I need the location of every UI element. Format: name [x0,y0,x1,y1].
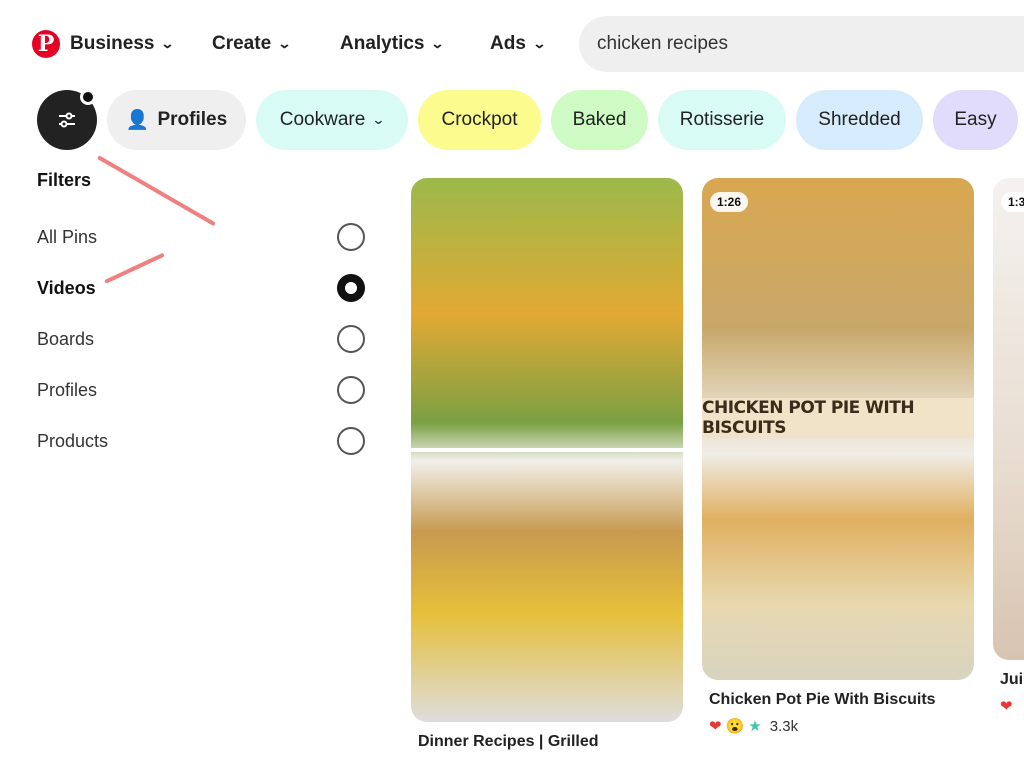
nav-label: Analytics [340,33,425,54]
nav-label: Create [212,33,272,54]
filter-profiles[interactable]: Profiles [37,376,365,404]
filter-all-pins[interactable]: All Pins [37,223,365,251]
chip-label: Shredded [818,109,901,130]
filter-label: All Pins [37,226,98,247]
chevron-down-icon: ⌄ [371,112,386,127]
reaction-count: 3.3k [769,717,799,735]
pinterest-logo[interactable]: P [32,30,60,58]
search-input[interactable] [579,16,1024,72]
pin-card-dinner-recipes[interactable] [411,178,683,722]
nav-label: Ads [490,33,526,54]
heart-reaction-icon: ❤ [709,718,722,735]
chip-profiles[interactable]: 👤 Profiles [107,90,246,150]
chip-label: Easy [954,109,997,130]
image-divider [411,448,683,452]
radio-selected[interactable] [337,274,365,302]
chip-baked[interactable]: Baked [551,90,648,150]
heart-reaction-icon: ❤ [1000,698,1013,715]
filter-label: Videos [37,277,96,298]
nav-business[interactable]: Business ⌄ [70,33,176,55]
notification-dot [80,89,96,105]
chip-rotisserie[interactable]: Rotisserie [658,90,786,150]
filters-title: Filters [37,170,92,190]
chip-label: Baked [572,109,627,130]
radio[interactable] [337,376,365,404]
video-duration-badge: 1:26 [710,192,749,212]
nav-ads[interactable]: Ads ⌄ [490,33,547,55]
star-reaction-icon: ★ [748,718,762,735]
filter-label: Products [37,430,109,451]
reactions: ❤ 😮 ★ 3.3k [709,717,799,736]
pin-title[interactable]: Dinner Recipes | Grilled [418,733,599,751]
chip-cookware[interactable]: Cookware ⌄ [256,90,408,150]
filter-videos[interactable]: Videos [37,274,365,302]
chip-label: Profiles [157,109,228,130]
filter-label: Profiles [37,379,98,400]
pin-overlay-text: CHICKEN POT PIE WITH BISCUITS [702,398,974,438]
sliders-icon [59,112,75,128]
wow-reaction-icon: 😮 [725,718,745,735]
pin-title[interactable]: Chicken Pot Pie With Biscuits [709,691,936,709]
chip-shredded[interactable]: Shredded [796,90,923,150]
radio[interactable] [337,223,365,251]
nav-create[interactable]: Create ⌄ [212,33,292,55]
video-duration-badge: 1:3 [1001,192,1024,212]
chevron-down-icon: ⌄ [277,36,292,51]
chip-easy[interactable]: Easy [933,90,1018,150]
chip-label: Rotisserie [679,109,765,130]
chevron-down-icon: ⌄ [160,36,176,51]
radio[interactable] [337,325,365,353]
chip-crockpot[interactable]: Crockpot [418,90,541,150]
nav-label: Business [70,33,155,54]
pin-card-chicken-pot-pie[interactable]: 1:26 CHICKEN POT PIE WITH BISCUITS [702,178,974,680]
nav-analytics[interactable]: Analytics ⌄ [340,33,446,55]
radio[interactable] [337,427,365,455]
filter-products[interactable]: Products [37,427,365,455]
filter-label: Boards [37,328,95,349]
chip-label: Crockpot [441,109,518,130]
annotation-arrow [97,155,216,227]
chevron-down-icon: ⌄ [532,36,547,51]
filter-boards[interactable]: Boards [37,325,365,353]
pin-card-partial[interactable]: 1:3 [993,178,1024,660]
chip-label: Cookware [279,109,366,130]
pin-title[interactable]: Jui [1000,671,1023,689]
person-icon: 👤 [125,110,150,131]
chevron-down-icon: ⌄ [430,36,446,51]
